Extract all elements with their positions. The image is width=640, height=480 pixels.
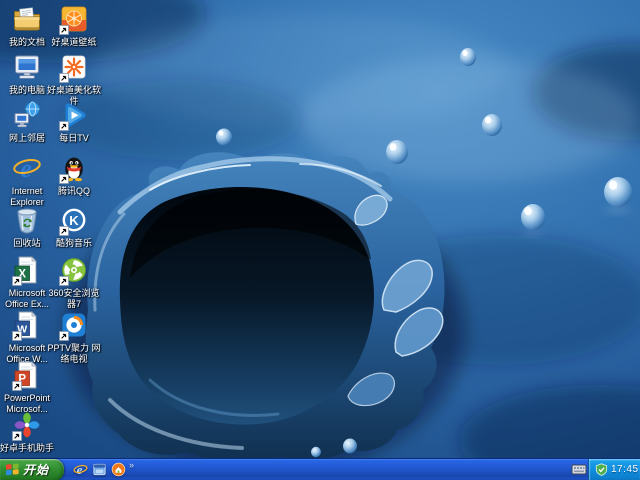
desktop-icon-label-line: 每日TV (36, 133, 112, 144)
desktop-icon-360-browser[interactable]: 360安全浏览器7 (46, 255, 102, 309)
blue-window-app-quick-launch-icon[interactable] (91, 462, 107, 478)
desktop-icon-label-line: 好桌道美化软 (36, 85, 112, 96)
desktop-icon-label-line: 好卓手机助手 (0, 443, 65, 454)
microsoft-excel-icon: X (12, 255, 42, 285)
desktop-icon-label-line: 好桌道壁纸 (36, 37, 112, 48)
haozhuodao-wallpaper-icon (59, 4, 89, 34)
shortcut-arrow-icon (12, 381, 22, 391)
shortcut-arrow-icon (12, 331, 22, 341)
start-button[interactable]: 开始 (0, 459, 64, 480)
haozhuo-phone-assistant-icon (12, 410, 42, 440)
desktop-icon-label: 每日TV (36, 133, 112, 144)
desktop-icon-haozhuodao-beautify[interactable]: 好桌道美化软件 (46, 52, 102, 106)
haozhuodao-beautify-icon (59, 52, 89, 82)
desktop-icon-label: 360安全浏览器7 (36, 288, 112, 309)
start-button-label: 开始 (23, 461, 49, 478)
pptv-icon (59, 310, 89, 340)
desktop-icon-label-line: PowerPoint (0, 393, 65, 404)
powerpoint-icon: P (12, 360, 42, 390)
language-bar-keyboard-icon[interactable] (570, 459, 588, 480)
recycle-bin-icon (12, 205, 42, 235)
desktop-icon-label-line: 360安全浏览 (36, 288, 112, 299)
shortcut-arrow-icon (59, 226, 69, 236)
internet-explorer-quick-launch-icon[interactable]: e (72, 462, 88, 478)
desktop-icon-label: 好桌道壁纸 (36, 37, 112, 48)
system-tray: 17:45 (588, 459, 640, 480)
desktop-icon-haozhuodao-wallpaper[interactable]: 好桌道壁纸 (46, 4, 102, 48)
tray-status-icon[interactable] (595, 463, 608, 476)
shortcut-arrow-icon (12, 431, 22, 441)
my-computer-icon (12, 52, 42, 82)
shortcut-arrow-icon (12, 276, 22, 286)
quick-launch-bar: e » (64, 459, 138, 480)
my-documents-icon (12, 4, 42, 34)
desktop-icon-pptv[interactable]: PPTV聚力 网络电视 (46, 310, 102, 364)
kugou-music-icon: K (59, 205, 89, 235)
desktop-icon-label-line: 酷狗音乐 (36, 238, 112, 249)
desktop-icon-label: 酷狗音乐 (36, 238, 112, 249)
desktop-icon-label: 腾讯QQ (36, 186, 112, 197)
taskbar-clock[interactable]: 17:45 (611, 464, 639, 475)
quick-launch-overflow-chevron[interactable]: » (129, 461, 134, 470)
tencent-qq-icon (59, 153, 89, 183)
desktop-icon-meiri-tv[interactable]: 每日TV (46, 100, 102, 144)
desktop-icon-label-line: 腾讯QQ (36, 186, 112, 197)
windows-logo-icon (5, 463, 20, 477)
desktop-icon-label-line: 器7 (36, 299, 112, 310)
orange-app-quick-launch-icon[interactable] (110, 462, 126, 478)
shortcut-arrow-icon (59, 73, 69, 83)
svg-text:e: e (76, 462, 82, 477)
desktop-icon-kugou-music[interactable]: K酷狗音乐 (46, 205, 102, 249)
microsoft-word-icon: W (12, 310, 42, 340)
shortcut-arrow-icon (59, 25, 69, 35)
shortcut-arrow-icon (59, 331, 69, 341)
shortcut-arrow-icon (59, 276, 69, 286)
desktop-icon-powerpoint[interactable]: PPowerPointMicrosof... (0, 360, 55, 414)
shortcut-arrow-icon (59, 121, 69, 131)
desktop-icon-haozhuo-phone-assistant[interactable]: 好卓手机助手 (0, 410, 55, 454)
network-places-icon (12, 100, 42, 130)
desktop-icon-label-line: PPTV聚力 网 (36, 343, 112, 354)
svg-text:e: e (20, 154, 32, 183)
desktop-icon-label: 好卓手机助手 (0, 443, 65, 454)
360-browser-icon (59, 255, 89, 285)
taskbar: 开始 e (0, 458, 640, 480)
shortcut-arrow-icon (59, 174, 69, 184)
desktop: 我的文档好桌道壁纸我的电脑好桌道美化软件网上邻居每日TVeInternetExp… (0, 0, 640, 480)
svg-text:K: K (69, 213, 79, 228)
taskbar-empty-area[interactable] (138, 459, 570, 480)
internet-explorer-icon: e (12, 153, 42, 183)
desktop-icon-tencent-qq[interactable]: 腾讯QQ (46, 153, 102, 197)
meiri-tv-icon (59, 100, 89, 130)
